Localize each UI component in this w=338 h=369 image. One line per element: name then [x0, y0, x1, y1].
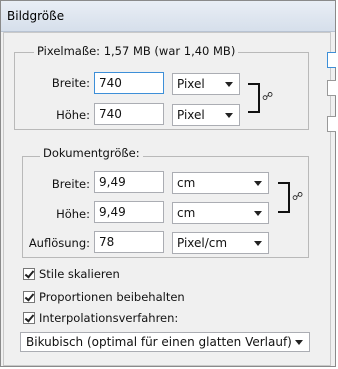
ok-button[interactable]: [327, 52, 336, 68]
doc-height-unit-select[interactable]: cm: [172, 202, 269, 224]
doc-width-label: Breite:: [51, 177, 90, 191]
cancel-button[interactable]: [327, 80, 336, 96]
chevron-down-icon: [225, 82, 233, 87]
pixel-height-unit-value: Pixel: [177, 108, 205, 122]
chevron-down-icon: [254, 241, 262, 246]
resample-checkbox[interactable]: [23, 312, 35, 324]
doc-height-label: Höhe:: [56, 207, 90, 221]
chain-link-icon: ☍: [292, 190, 304, 203]
resolution-input[interactable]: 78: [94, 231, 164, 253]
dialog-title: Bildgröße: [7, 9, 65, 23]
scale-styles-label: Stile skalieren: [39, 267, 120, 281]
chevron-down-icon: [254, 181, 262, 186]
pixel-height-label: Höhe:: [56, 108, 90, 122]
constrain-proportions-checkbox[interactable]: [23, 291, 35, 303]
pixel-height-input[interactable]: 740: [94, 103, 164, 125]
chevron-down-icon: [254, 211, 262, 216]
pixel-width-unit-value: Pixel: [177, 77, 205, 91]
link-bracket: [248, 83, 260, 113]
resolution-label: Auflösung:: [28, 236, 90, 250]
resolution-unit-select[interactable]: Pixel/cm: [172, 232, 269, 254]
resample-method-select[interactable]: Bikubisch (optimal für einen glatten Ver…: [20, 332, 310, 352]
pixel-width-unit-select[interactable]: Pixel: [172, 73, 240, 95]
doc-width-input[interactable]: 9,49: [94, 171, 164, 193]
document-size-legend: Dokumentgröße:: [40, 146, 143, 160]
link-bracket: [278, 182, 290, 213]
auto-button[interactable]: [327, 116, 336, 132]
resample-label: Interpolationsverfahren:: [39, 311, 179, 325]
doc-width-unit-select[interactable]: cm: [172, 172, 269, 194]
pixel-dimensions-legend: Pixelmaße: 1,57 MB (war 1,40 MB): [34, 44, 239, 58]
doc-height-unit-value: cm: [177, 206, 196, 220]
resolution-unit-value: Pixel/cm: [177, 236, 228, 250]
pixel-height-unit-select[interactable]: Pixel: [172, 104, 240, 126]
chevron-down-icon: [225, 113, 233, 118]
pixel-width-label: Breite:: [51, 76, 90, 90]
chain-link-icon: ☍: [262, 90, 274, 103]
pixel-width-input[interactable]: 740: [94, 72, 164, 94]
chevron-down-icon: [295, 340, 303, 345]
scale-styles-checkbox[interactable]: [23, 268, 35, 280]
doc-height-input[interactable]: 9,49: [94, 201, 164, 223]
resample-method-value: Bikubisch (optimal für einen glatten Ver…: [26, 335, 292, 349]
constrain-proportions-label: Proportionen beibehalten: [39, 290, 185, 304]
title-bar: Bildgröße: [1, 1, 335, 32]
doc-width-unit-value: cm: [177, 176, 196, 190]
